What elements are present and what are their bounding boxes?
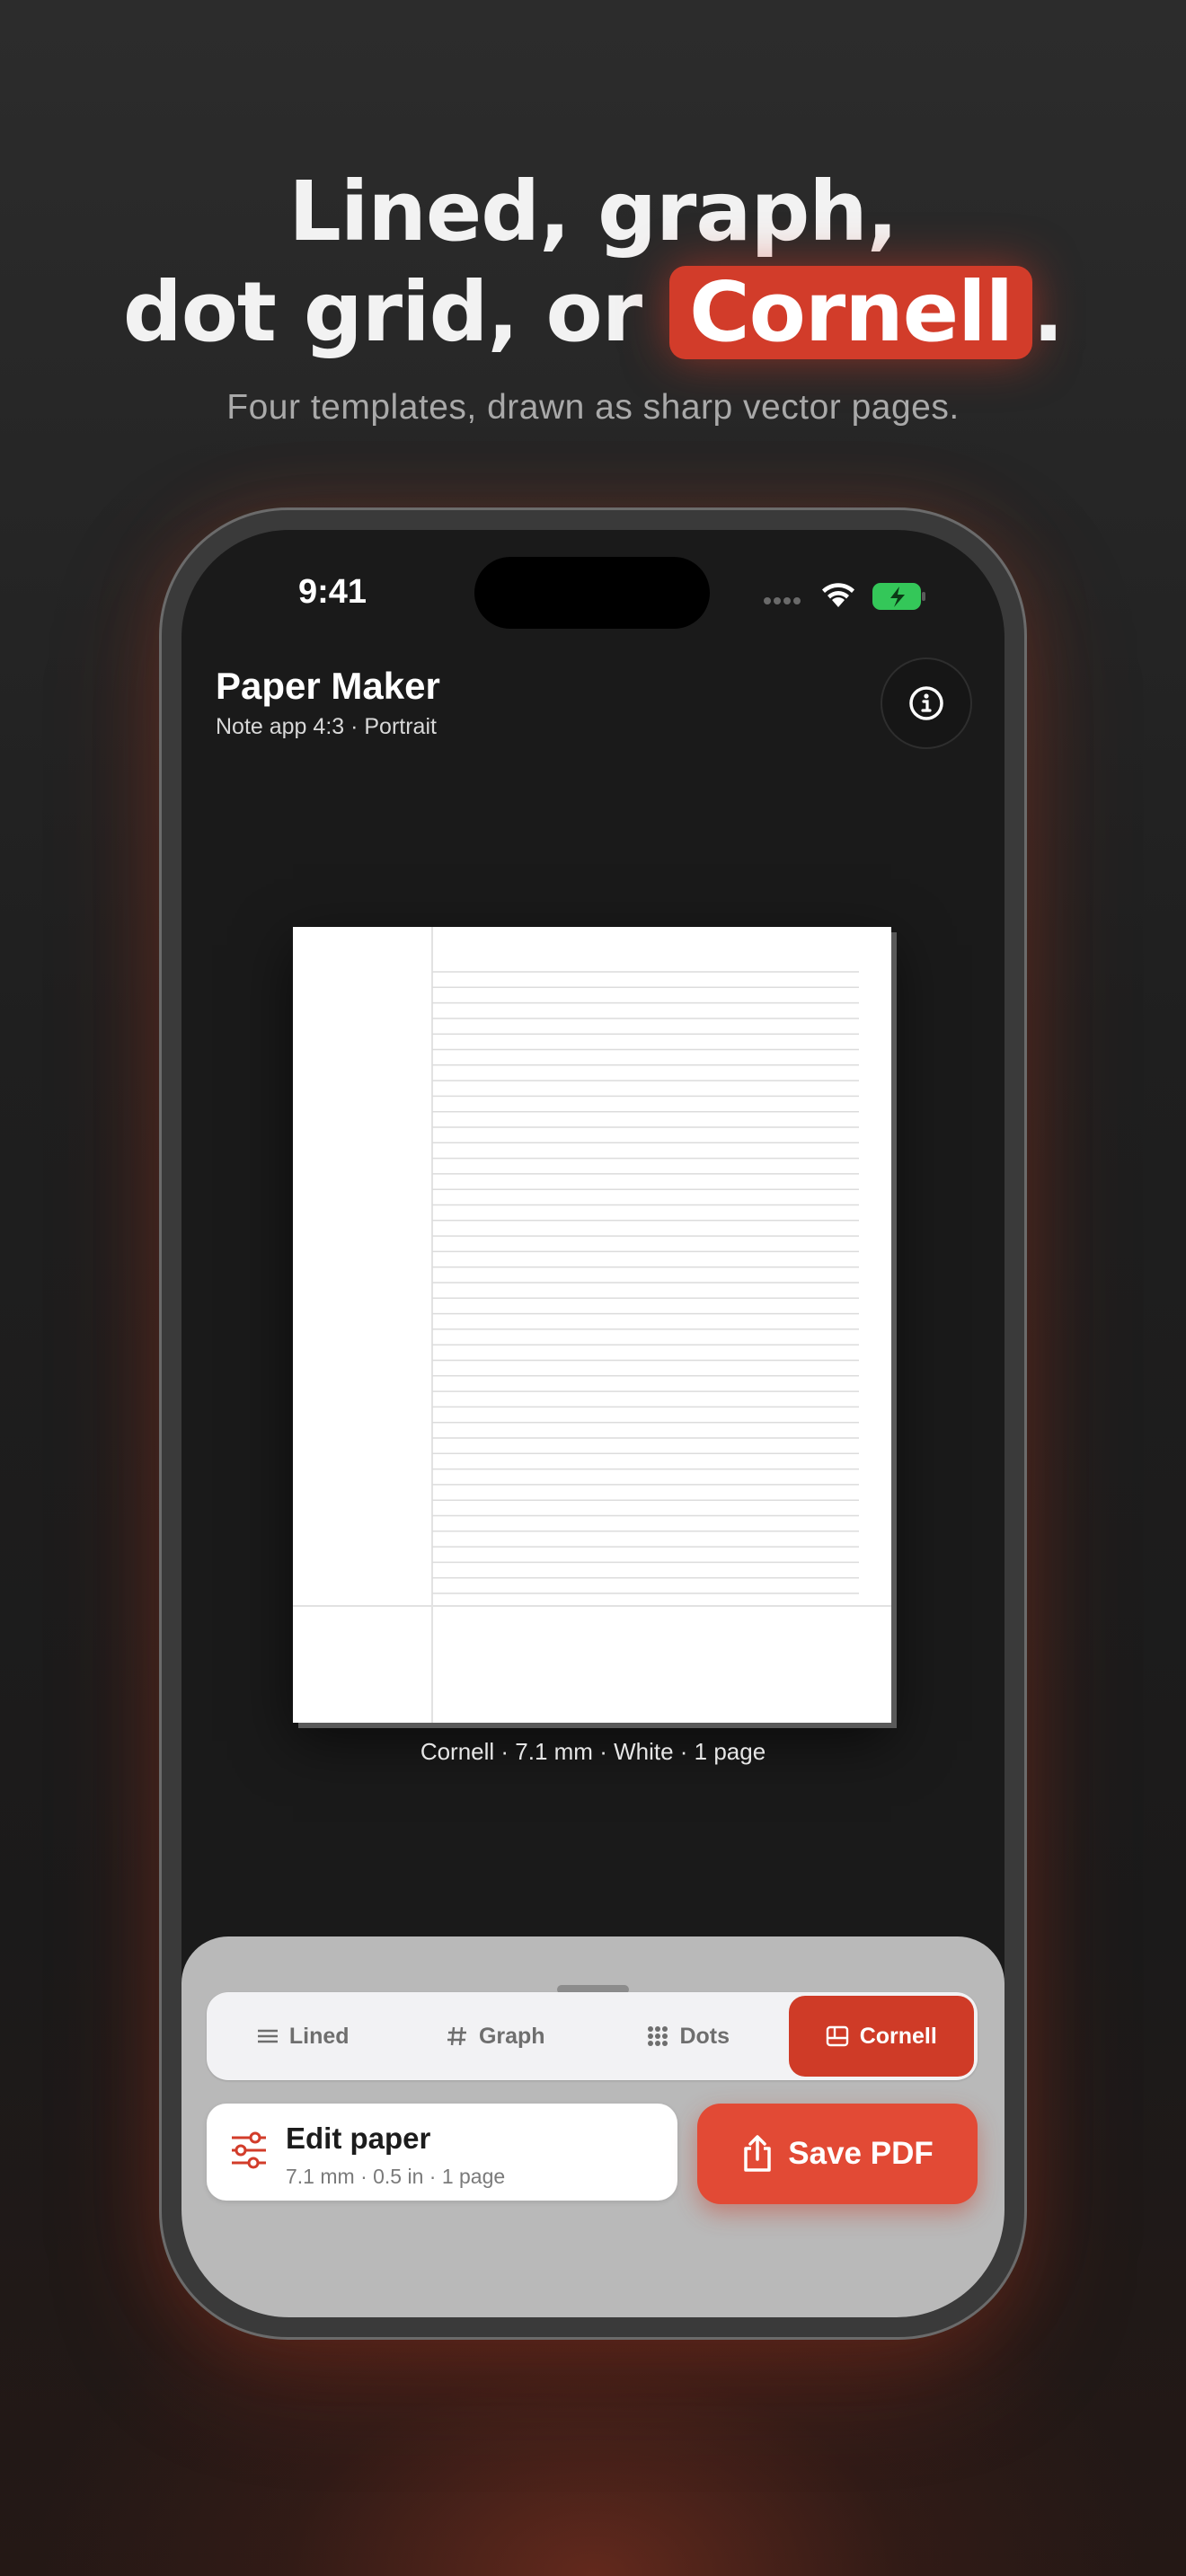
status-icons-svg: [764, 583, 925, 610]
subheadline: Four templates, drawn as sharp vector pa…: [226, 388, 960, 427]
app-subtitle: Note app 4:3 · Portrait: [216, 714, 437, 739]
edit-paper-subtitle: 7.1 mm · 0.5 in · 1 page: [286, 2165, 506, 2188]
battery-charging-icon: [872, 583, 925, 610]
phone-frame: 9:41 Paper Maker Note app 4:3 · Portrait…: [162, 510, 1024, 2337]
share-icon: [744, 2135, 772, 2172]
template-lined-label: Lined: [288, 2023, 350, 2049]
template-lined[interactable]: Lined: [210, 1996, 396, 2077]
headline: Lined, graph, dot grid, or Cornell.: [0, 162, 1186, 363]
status-time: 9:41: [298, 573, 367, 611]
headline-line-2-suffix: .: [1032, 264, 1064, 360]
cornell-page: [293, 927, 891, 1723]
lines-icon: [257, 2029, 278, 2043]
template-cornell-label: Cornell: [859, 2023, 937, 2049]
paper-preview: [293, 927, 891, 1723]
sliders-icon: [232, 2131, 266, 2169]
dots-grid-icon: [648, 2026, 668, 2046]
info-button[interactable]: [881, 657, 972, 749]
ruled-lines: [432, 971, 859, 1594]
cellular-signal-icon: [764, 597, 801, 604]
wifi-icon: [822, 583, 854, 607]
template-picker: Lined Graph Dots Cornell: [207, 1992, 978, 2080]
template-graph-label: Graph: [478, 2023, 545, 2049]
headline-line-2: dot grid, or Cornell.: [0, 262, 1186, 363]
cornell-layout-icon: [826, 2025, 848, 2047]
dynamic-island: [474, 557, 710, 629]
headline-line-2-prefix: dot grid, or: [122, 264, 670, 360]
headline-highlight: Cornell: [669, 266, 1033, 359]
template-dots[interactable]: Dots: [596, 1996, 782, 2077]
edit-paper-title: Edit paper: [286, 2122, 431, 2155]
save-pdf-label: Save PDF: [788, 2136, 934, 2171]
bottom-sheet: Lined Graph Dots Cornell Edit paper 7.1 …: [181, 1936, 1005, 2317]
app-title: Paper Maker: [216, 665, 440, 707]
save-pdf-button[interactable]: Save PDF: [697, 2104, 978, 2204]
info-icon: [909, 686, 943, 720]
edit-paper-button[interactable]: Edit paper 7.1 mm · 0.5 in · 1 page: [207, 2104, 677, 2201]
template-cornell[interactable]: Cornell: [788, 1996, 974, 2077]
template-dots-label: Dots: [679, 2023, 730, 2049]
status-icons: [764, 578, 943, 614]
paper-caption: Cornell · 7.1 mm · White · 1 page: [420, 1738, 766, 1765]
hash-icon: [447, 2026, 466, 2046]
phone-screen: 9:41 Paper Maker Note app 4:3 · Portrait…: [181, 530, 1005, 2317]
template-graph[interactable]: Graph: [403, 1996, 589, 2077]
headline-line-1: Lined, graph,: [288, 163, 898, 260]
